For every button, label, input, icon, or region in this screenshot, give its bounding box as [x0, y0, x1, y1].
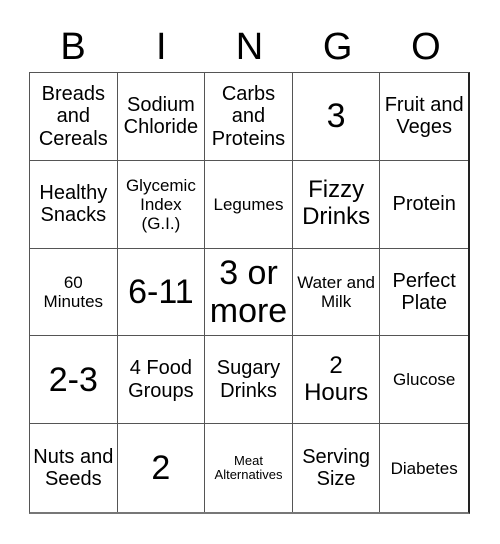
bingo-cell-text: Meat Alternatives — [214, 452, 283, 483]
bingo-cell-r1-c5[interactable]: Fruit and Veges — [380, 73, 468, 161]
bingo-cell-text: Breads and Cereals — [38, 82, 108, 150]
bingo-cell-text: 2 Hours — [304, 351, 369, 406]
bingo-cell-text: Legumes — [213, 194, 284, 214]
bingo-cell-text: 2-3 — [48, 360, 98, 399]
bingo-cell-r4-c1[interactable]: 2-3 — [30, 336, 118, 425]
bingo-cell-r2-c2[interactable]: Glycemic Index (G.I.) — [117, 160, 206, 249]
bingo-cell-text: Serving Size — [302, 445, 370, 491]
header-letter-i: I — [156, 26, 167, 68]
bingo-cell-r5-c1[interactable]: Nuts and Seeds — [30, 424, 118, 512]
bingo-cell-r5-c4[interactable]: Serving Size — [293, 424, 381, 512]
bingo-cell-r2-c1[interactable]: Healthy Snacks — [30, 160, 118, 249]
bingo-cell-text: Diabetes — [390, 458, 458, 478]
bingo-cell-text: Healthy Snacks — [39, 181, 108, 227]
bingo-cell-text: 2 — [151, 449, 171, 488]
bingo-cell-text: 6-11 — [128, 272, 194, 311]
header-letter-g: G — [322, 26, 353, 68]
bingo-cell-text: Carbs and Proteins — [211, 82, 286, 150]
bingo-cell-r5-c3[interactable]: Meat Alternatives — [205, 424, 293, 512]
bingo-cell-text: 4 Food Groups — [128, 357, 194, 402]
bingo-grid: Breads and Cereals Sodium Chloride Carbs a… — [29, 72, 470, 514]
bingo-cell-r3-c3[interactable]: 3 or more — [205, 248, 293, 337]
bingo-cell-r4-c2[interactable]: 4 Food Groups — [117, 336, 206, 425]
bingo-cell-text: Water and Milk — [297, 272, 375, 311]
bingo-cell-r4-c3[interactable]: Sugary Drinks — [205, 336, 293, 425]
bingo-cell-text: 3 — [326, 97, 346, 136]
bingo-cell-text: 60 Minutes — [43, 272, 104, 311]
bingo-cell-r3-c4[interactable]: Water and Milk — [292, 248, 381, 337]
header-letter-o: O — [411, 26, 441, 68]
bingo-cell-r3-c1[interactable]: 60 Minutes — [30, 248, 118, 337]
bingo-cell-r4-c4[interactable]: 2 Hours — [292, 336, 381, 425]
bingo-cell-r3-c5[interactable]: Perfect Plate — [380, 249, 468, 337]
header-letter-b: B — [60, 26, 86, 68]
bingo-cell-r1-c4[interactable]: 3 — [292, 73, 381, 161]
bingo-cell-text: Glucose — [393, 370, 456, 390]
bingo-cell-r5-c5[interactable]: Diabetes — [380, 424, 468, 512]
bingo-cell-r1-c2[interactable]: Sodium Chloride — [117, 73, 206, 161]
bingo-cell-text: Perfect Plate — [392, 269, 456, 314]
bingo-cell-r4-c5[interactable]: Glucose — [380, 336, 468, 425]
bingo-cell-text: Protein — [392, 193, 456, 215]
bingo-cell-r2-c5[interactable]: Protein — [380, 161, 468, 249]
bingo-cell-r3-c2[interactable]: 6-11 — [117, 248, 206, 337]
bingo-cell-r2-c4[interactable]: Fizzy Drinks — [292, 160, 381, 249]
bingo-cell-r1-c1[interactable]: Breads and Cereals — [30, 73, 118, 161]
bingo-cell-text: Sugary Drinks — [216, 357, 281, 402]
bingo-cell-text: Fruit and Veges — [384, 94, 464, 139]
header-letter-n: N — [235, 26, 264, 68]
bingo-cell-text: Glycemic Index (G.I.) — [125, 175, 196, 233]
bingo-cell-text: Nuts and Seeds — [33, 445, 114, 491]
bingo-cell-text: Sodium Chloride — [123, 94, 199, 139]
bingo-cell-text: Fizzy Drinks — [302, 176, 371, 231]
bingo-header: B I N G O — [29, 22, 470, 72]
bingo-cell-text: 3 or more — [209, 253, 288, 330]
bingo-cell-r2-c3[interactable]: Legumes — [205, 160, 293, 249]
bingo-cell-r1-c3[interactable]: Carbs and Proteins — [205, 73, 293, 161]
bingo-cell-r5-c2[interactable]: 2 — [118, 424, 206, 512]
